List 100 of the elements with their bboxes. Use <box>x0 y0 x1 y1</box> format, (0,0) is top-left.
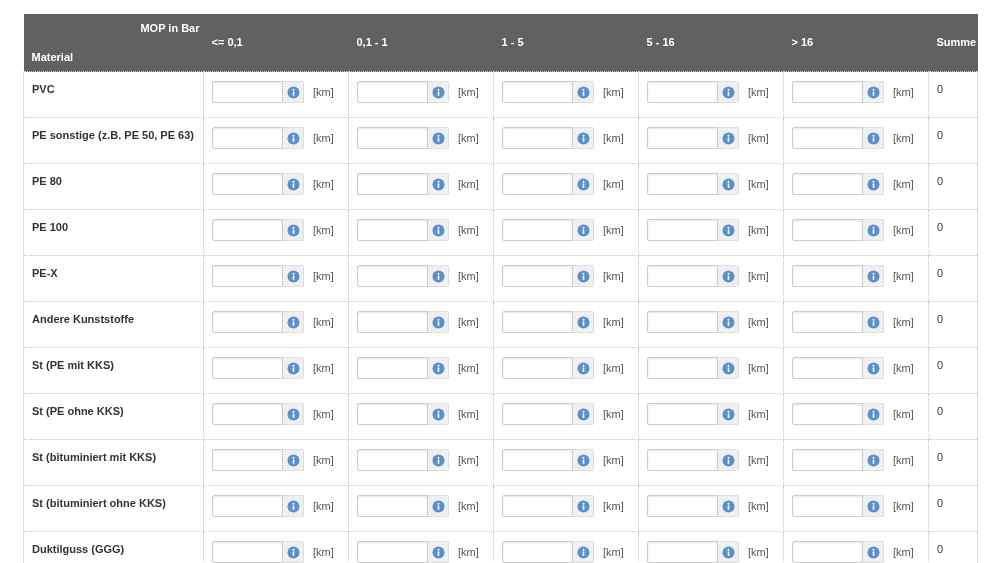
info-button[interactable] <box>863 541 884 563</box>
length-input[interactable] <box>502 219 573 241</box>
length-input[interactable] <box>357 495 428 517</box>
info-button[interactable] <box>573 173 594 195</box>
info-button[interactable] <box>428 81 449 103</box>
length-input[interactable] <box>792 81 863 103</box>
length-input[interactable] <box>212 311 283 333</box>
info-button[interactable] <box>718 541 739 563</box>
length-input[interactable] <box>647 311 718 333</box>
info-button[interactable] <box>718 357 739 379</box>
info-button[interactable] <box>718 403 739 425</box>
info-button[interactable] <box>428 541 449 563</box>
length-input[interactable] <box>357 127 428 149</box>
length-input[interactable] <box>792 495 863 517</box>
length-input[interactable] <box>502 403 573 425</box>
length-input[interactable] <box>647 127 718 149</box>
length-input[interactable] <box>792 173 863 195</box>
length-input[interactable] <box>792 403 863 425</box>
info-button[interactable] <box>863 403 884 425</box>
length-input[interactable] <box>357 265 428 287</box>
length-input[interactable] <box>647 265 718 287</box>
length-input[interactable] <box>357 403 428 425</box>
info-button[interactable] <box>573 219 594 241</box>
length-input[interactable] <box>647 357 718 379</box>
length-input[interactable] <box>502 357 573 379</box>
length-input[interactable] <box>357 357 428 379</box>
info-button[interactable] <box>428 219 449 241</box>
length-input[interactable] <box>212 173 283 195</box>
length-input[interactable] <box>357 541 428 563</box>
length-input[interactable] <box>502 495 573 517</box>
info-button[interactable] <box>573 403 594 425</box>
info-button[interactable] <box>573 449 594 471</box>
info-button[interactable] <box>428 265 449 287</box>
info-button[interactable] <box>863 127 884 149</box>
info-button[interactable] <box>283 449 304 471</box>
info-button[interactable] <box>718 495 739 517</box>
length-input[interactable] <box>212 219 283 241</box>
length-input[interactable] <box>647 219 718 241</box>
length-input[interactable] <box>647 81 718 103</box>
length-input[interactable] <box>212 495 283 517</box>
info-button[interactable] <box>863 173 884 195</box>
length-input[interactable] <box>357 173 428 195</box>
info-button[interactable] <box>428 449 449 471</box>
length-input[interactable] <box>792 357 863 379</box>
length-input[interactable] <box>792 265 863 287</box>
info-button[interactable] <box>573 265 594 287</box>
info-button[interactable] <box>718 127 739 149</box>
info-button[interactable] <box>863 449 884 471</box>
info-button[interactable] <box>283 81 304 103</box>
length-input[interactable] <box>792 449 863 471</box>
length-input[interactable] <box>357 219 428 241</box>
length-input[interactable] <box>647 449 718 471</box>
info-button[interactable] <box>283 495 304 517</box>
info-button[interactable] <box>573 81 594 103</box>
length-input[interactable] <box>647 541 718 563</box>
length-input[interactable] <box>212 265 283 287</box>
info-button[interactable] <box>428 311 449 333</box>
length-input[interactable] <box>647 173 718 195</box>
info-button[interactable] <box>283 311 304 333</box>
length-input[interactable] <box>502 81 573 103</box>
length-input[interactable] <box>502 541 573 563</box>
info-button[interactable] <box>283 219 304 241</box>
length-input[interactable] <box>212 81 283 103</box>
length-input[interactable] <box>647 403 718 425</box>
info-button[interactable] <box>283 127 304 149</box>
length-input[interactable] <box>502 311 573 333</box>
info-button[interactable] <box>428 495 449 517</box>
info-button[interactable] <box>428 403 449 425</box>
info-button[interactable] <box>863 357 884 379</box>
info-button[interactable] <box>863 81 884 103</box>
length-input[interactable] <box>357 449 428 471</box>
info-button[interactable] <box>283 541 304 563</box>
info-button[interactable] <box>573 357 594 379</box>
info-button[interactable] <box>863 495 884 517</box>
info-button[interactable] <box>428 357 449 379</box>
info-button[interactable] <box>863 219 884 241</box>
length-input[interactable] <box>647 495 718 517</box>
length-input[interactable] <box>357 311 428 333</box>
info-button[interactable] <box>718 265 739 287</box>
info-button[interactable] <box>718 81 739 103</box>
info-button[interactable] <box>428 173 449 195</box>
info-button[interactable] <box>283 173 304 195</box>
length-input[interactable] <box>792 127 863 149</box>
length-input[interactable] <box>212 541 283 563</box>
info-button[interactable] <box>718 173 739 195</box>
length-input[interactable] <box>212 127 283 149</box>
info-button[interactable] <box>718 449 739 471</box>
length-input[interactable] <box>502 127 573 149</box>
length-input[interactable] <box>792 219 863 241</box>
length-input[interactable] <box>357 81 428 103</box>
info-button[interactable] <box>718 311 739 333</box>
length-input[interactable] <box>502 449 573 471</box>
info-button[interactable] <box>573 311 594 333</box>
info-button[interactable] <box>573 127 594 149</box>
length-input[interactable] <box>212 403 283 425</box>
info-button[interactable] <box>283 357 304 379</box>
length-input[interactable] <box>502 265 573 287</box>
info-button[interactable] <box>428 127 449 149</box>
length-input[interactable] <box>792 541 863 563</box>
info-button[interactable] <box>863 265 884 287</box>
